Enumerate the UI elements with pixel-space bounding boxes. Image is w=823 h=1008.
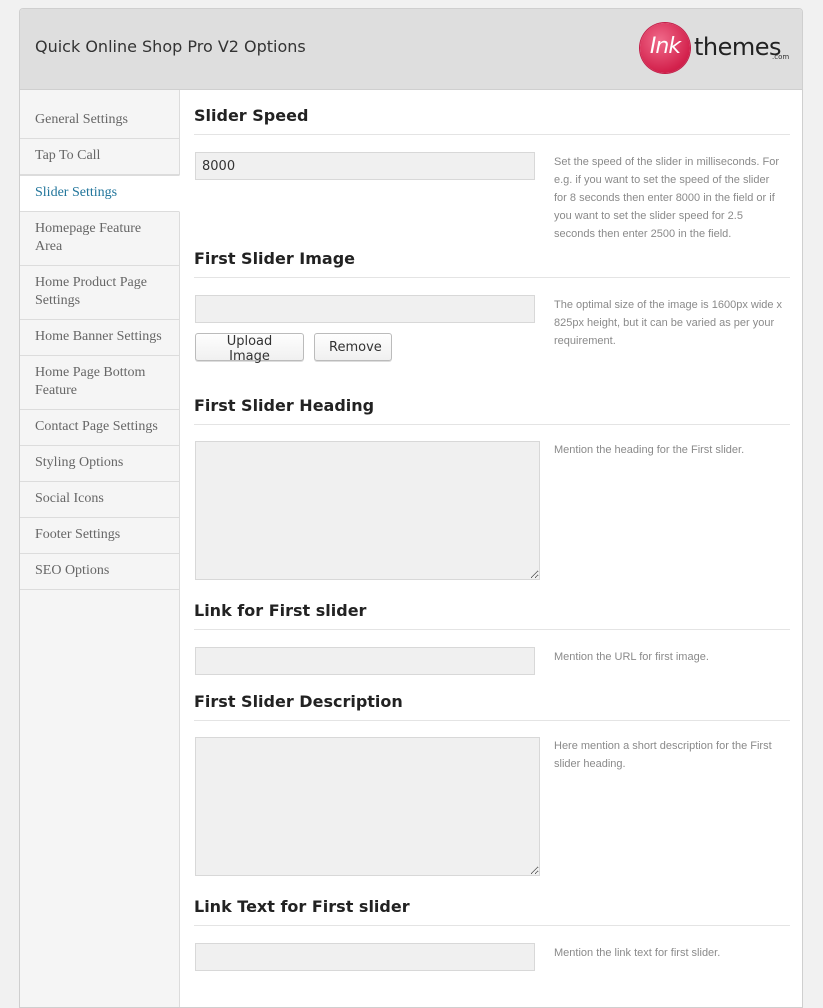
first-slider-link-help: Mention the URL for first image.: [554, 651, 709, 663]
sidebar-item-styling-options[interactable]: Styling Options: [20, 446, 179, 482]
remove-image-button[interactable]: Remove: [314, 333, 392, 361]
sidebar-item-tap-to-call[interactable]: Tap To Call: [20, 139, 179, 175]
sidebar-nav: General Settings Tap To Call Slider Sett…: [20, 90, 180, 1007]
section-title: First Slider Image: [194, 249, 790, 278]
section-title: Link Text for First slider: [194, 897, 790, 926]
logo-suffix: .com: [772, 53, 790, 61]
first-slider-description-help: Here mention a short description for the…: [554, 740, 772, 770]
sidebar-item-slider-settings[interactable]: Slider Settings: [20, 175, 180, 212]
first-slider-description-textarea[interactable]: [195, 737, 540, 876]
first-slider-link-input[interactable]: [195, 647, 535, 675]
slider-speed-input[interactable]: [195, 152, 535, 180]
sidebar-item-home-page-bottom-feature[interactable]: Home Page Bottom Feature: [20, 356, 179, 410]
section-title: Link for First slider: [194, 601, 790, 630]
sidebar-item-contact-page-settings[interactable]: Contact Page Settings: [20, 410, 179, 446]
logo-mark-text: Ink: [649, 34, 681, 59]
first-slider-image-help: The optimal size of the image is 1600px …: [554, 299, 783, 347]
upload-image-button[interactable]: Upload Image: [195, 333, 304, 364]
slider-speed-help: Set the speed of the slider in milliseco…: [554, 156, 780, 240]
section-title: First Slider Heading: [194, 396, 790, 425]
options-header: Quick Online Shop Pro V2 Options Ink the…: [20, 9, 802, 90]
page-title: Quick Online Shop Pro V2 Options: [35, 37, 306, 56]
inkthemes-logo: Ink themes .com: [640, 23, 790, 75]
sidebar-item-social-icons[interactable]: Social Icons: [20, 482, 179, 518]
logo-mark: Ink: [640, 23, 690, 73]
sidebar-item-general-settings[interactable]: General Settings: [20, 103, 179, 139]
logo-wordmark: themes: [694, 33, 782, 61]
section-title: Slider Speed: [194, 106, 790, 135]
options-panel: Quick Online Shop Pro V2 Options Ink the…: [19, 8, 803, 1008]
section-title: First Slider Description: [194, 692, 790, 721]
sidebar-item-seo-options[interactable]: SEO Options: [20, 554, 179, 590]
first-slider-image-input[interactable]: [195, 295, 535, 323]
sidebar-item-homepage-feature-area[interactable]: Homepage Feature Area: [20, 212, 179, 266]
first-slider-link-text-help: Mention the link text for first slider.: [554, 947, 721, 959]
sidebar-item-home-product-page-settings[interactable]: Home Product Page Settings: [20, 266, 179, 320]
sidebar-item-footer-settings[interactable]: Footer Settings: [20, 518, 179, 554]
sidebar-item-home-banner-settings[interactable]: Home Banner Settings: [20, 320, 179, 356]
sidebar-menu: General Settings Tap To Call Slider Sett…: [20, 90, 180, 590]
first-slider-heading-textarea[interactable]: [195, 441, 540, 580]
first-slider-heading-help: Mention the heading for the First slider…: [554, 444, 745, 456]
first-slider-link-text-input[interactable]: [195, 943, 535, 971]
